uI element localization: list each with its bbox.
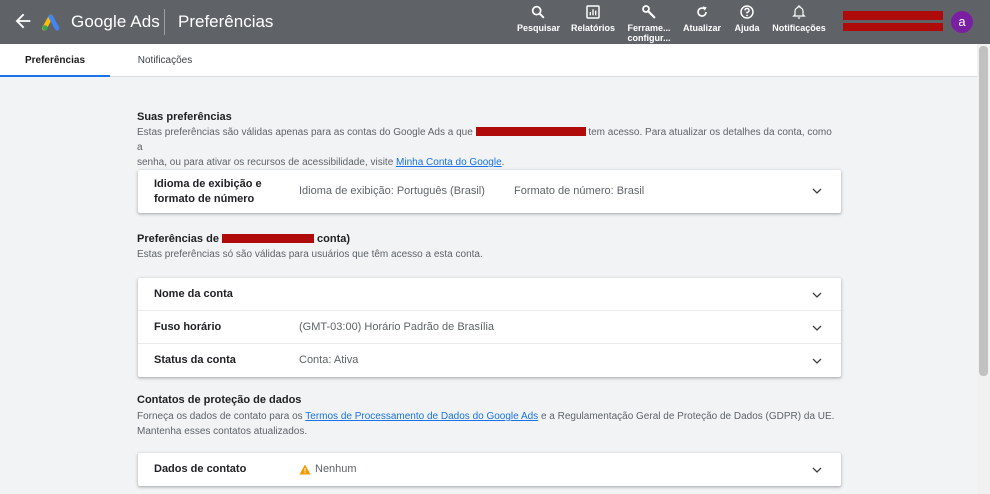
account-card: Nome da conta Fuso horário (GMT-03:00) H… — [138, 278, 841, 377]
reports-icon — [586, 5, 600, 19]
redacted-account-name — [843, 11, 943, 20]
desc-text: Forneça os dados de contato para os — [137, 411, 306, 422]
number-format-value: Formato de número: Brasil — [514, 185, 645, 197]
tab-notifications[interactable]: Notificações — [120, 44, 210, 77]
title-prefix: Preferências de — [137, 233, 222, 245]
top-app-bar: Google Ads Preferências Pesquisar Relató… — [0, 0, 990, 44]
chevron-down-icon — [812, 467, 822, 473]
desc-text: Mantenha esses contatos atualizados. — [137, 426, 308, 437]
row-label-line1: Idioma de exibição e — [154, 178, 262, 190]
row-label-line2: formato de número — [154, 193, 255, 205]
help-label: Ajuda — [734, 23, 760, 33]
back-arrow-icon[interactable] — [12, 10, 34, 32]
redacted-account-id — [843, 23, 943, 31]
tools-settings-button[interactable]: Ferrame... configur... — [626, 4, 672, 43]
chevron-down-icon — [812, 325, 822, 331]
display-language-value: Idioma de exibição: Português (Brasil) — [299, 185, 485, 197]
reports-button[interactable]: Relatórios — [570, 4, 616, 42]
section-desc-data-protection: Forneça os dados de contato para os Term… — [137, 409, 837, 439]
help-icon — [740, 5, 754, 19]
help-button[interactable]: Ajuda — [732, 4, 762, 42]
search-label: Pesquisar — [517, 23, 561, 33]
account-name-row[interactable]: Nome da conta — [138, 278, 841, 311]
terms-link[interactable]: Termos de Processamento de Dados do Goog… — [305, 411, 538, 422]
title-suffix: conta) — [314, 233, 351, 245]
section-title-preferences: Suas preferências — [137, 111, 232, 123]
page-title: Preferências — [178, 12, 274, 31]
desc-text: Estas preferências são válidas apenas pa… — [137, 127, 476, 138]
warning-icon — [299, 464, 311, 475]
row-label: Status da conta — [154, 354, 236, 366]
preferences-card: Idioma de exibição e formato de número I… — [138, 170, 841, 213]
row-label: Idioma de exibição e formato de número — [154, 177, 262, 207]
row-value: Nenhum — [315, 463, 357, 475]
search-icon — [531, 5, 545, 19]
redacted-email — [475, 127, 586, 136]
tab-preferences[interactable]: Preferências — [0, 44, 110, 77]
tools-label: Ferrame... — [627, 23, 671, 33]
desc-text: e a Regulamentação Geral de Proteção de … — [538, 411, 835, 422]
tools-label-line2: configur... — [627, 33, 671, 43]
search-button[interactable]: Pesquisar — [517, 4, 561, 42]
refresh-button[interactable]: Atualizar — [681, 4, 723, 42]
chevron-down-icon — [812, 188, 822, 194]
refresh-label: Atualizar — [682, 23, 721, 33]
refresh-icon — [697, 6, 707, 17]
desc-text: senha, ou para ativar os recursos de ace… — [137, 157, 397, 168]
bell-icon — [792, 5, 806, 19]
avatar[interactable]: a — [951, 11, 973, 33]
google-account-link[interactable]: Minha Conta do Google — [396, 157, 502, 168]
notifications-label: Notificações — [772, 23, 826, 33]
brand-name: Google Ads — [71, 12, 160, 31]
wrench-icon — [642, 5, 656, 19]
notifications-button[interactable]: Notificações — [772, 4, 826, 42]
language-format-row[interactable]: Idioma de exibição e formato de número I… — [138, 170, 841, 213]
chevron-down-icon — [812, 292, 822, 298]
section-title-account: Preferências de conta) — [137, 233, 350, 245]
row-label: Dados de contato — [154, 463, 247, 475]
redacted-account — [222, 234, 314, 243]
row-value: Conta: Ativa — [299, 354, 359, 366]
google-ads-logo — [42, 14, 60, 31]
header-divider — [164, 9, 165, 35]
reports-label: Relatórios — [570, 23, 615, 33]
desc-text: . — [501, 157, 505, 168]
chevron-down-icon — [812, 358, 822, 364]
row-label: Fuso horário — [154, 321, 222, 333]
contact-data-row[interactable]: Dados de contato Nenhum — [138, 453, 841, 486]
scroll-thumb[interactable] — [979, 46, 988, 376]
row-label: Nome da conta — [154, 288, 233, 300]
section-desc-account: Estas preferências só são válidas para u… — [137, 249, 483, 260]
section-desc-preferences: Estas preferências são válidas apenas pa… — [137, 125, 837, 170]
scrollbar[interactable] — [977, 44, 990, 494]
section-title-data-protection: Contatos de proteção de dados — [137, 394, 302, 406]
timezone-row[interactable]: Fuso horário (GMT-03:00) Horário Padrão … — [138, 311, 841, 344]
contact-card: Dados de contato Nenhum — [138, 453, 841, 486]
row-value: (GMT-03:00) Horário Padrão de Brasília — [299, 321, 495, 333]
account-status-row[interactable]: Status da conta Conta: Ativa — [138, 344, 841, 377]
tab-bar: Preferências Notificações — [0, 44, 977, 77]
